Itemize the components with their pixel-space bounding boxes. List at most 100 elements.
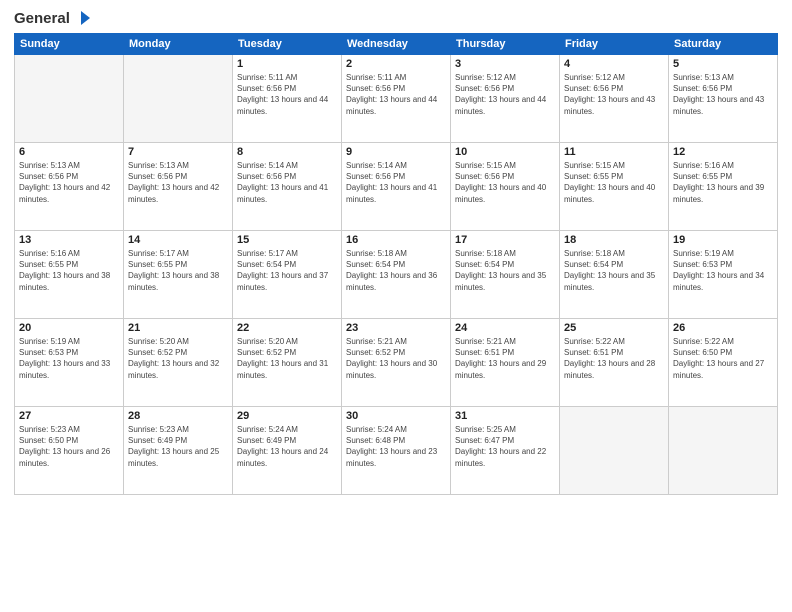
calendar-day-cell: 24 Sunrise: 5:21 AMSunset: 6:51 PMDayligh… (451, 319, 560, 407)
logo-general: General (14, 10, 70, 27)
day-number: 15 (237, 234, 337, 246)
day-info: Sunrise: 5:15 AMSunset: 6:56 PMDaylight:… (455, 160, 555, 205)
day-number: 14 (128, 234, 228, 246)
day-info: Sunrise: 5:12 AMSunset: 6:56 PMDaylight:… (564, 72, 664, 117)
day-number: 21 (128, 322, 228, 334)
calendar-day-cell: 11Sunrise: 5:15 AMSunset: 6:55 PMDayligh… (560, 143, 669, 231)
calendar-day-cell: 14 Sunrise: 5:17 AMSunset: 6:55 PMDayligh… (124, 231, 233, 319)
day-number: 12 (673, 146, 773, 158)
day-number: 4 (564, 58, 664, 70)
calendar-day-cell: 1 Sunrise: 5:11 AMSunset: 6:56 PMDaylight… (233, 55, 342, 143)
day-number: 13 (19, 234, 119, 246)
day-info: Sunrise: 5:13 AMSunset: 6:56 PMDaylight:… (19, 160, 119, 205)
day-info: Sunrise: 5:21 AMSunset: 6:51 PMDaylight:… (455, 336, 555, 381)
calendar-day-cell: 13 Sunrise: 5:16 AMSunset: 6:55 PMDayligh… (15, 231, 124, 319)
day-number: 25 (564, 322, 664, 334)
calendar-day-cell: 8Sunrise: 5:14 AMSunset: 6:56 PMDaylight… (233, 143, 342, 231)
day-number: 24 (455, 322, 555, 334)
calendar-day-cell: 31Sunrise: 5:25 AMSunset: 6:47 PMDayligh… (451, 407, 560, 495)
day-info: Sunrise: 5:12 AMSunset: 6:56 PMDaylight:… (455, 72, 555, 117)
calendar-day-cell: 5Sunrise: 5:13 AMSunset: 6:56 PMDaylight… (669, 55, 778, 143)
header: General (14, 10, 778, 25)
calendar-day-cell: 10 Sunrise: 5:15 AMSunset: 6:56 PMDayligh… (451, 143, 560, 231)
day-info: Sunrise: 5:17 AMSunset: 6:55 PMDaylight:… (128, 248, 228, 293)
calendar-week-row: 13 Sunrise: 5:16 AMSunset: 6:55 PMDayligh… (15, 231, 778, 319)
day-number: 18 (564, 234, 664, 246)
weekday-header: Sunday (15, 34, 124, 55)
calendar-day-cell: 16 Sunrise: 5:18 AMSunset: 6:54 PMDayligh… (342, 231, 451, 319)
day-number: 19 (673, 234, 773, 246)
day-number: 11 (564, 146, 664, 158)
day-number: 17 (455, 234, 555, 246)
day-info: Sunrise: 5:22 AMSunset: 6:50 PMDaylight:… (673, 336, 773, 381)
calendar-day-cell (124, 55, 233, 143)
logo: General (14, 10, 90, 25)
calendar-day-cell: 28 Sunrise: 5:23 AMSunset: 6:49 PMDayligh… (124, 407, 233, 495)
day-number: 10 (455, 146, 555, 158)
calendar-day-cell: 4 Sunrise: 5:12 AMSunset: 6:56 PMDaylight… (560, 55, 669, 143)
day-info: Sunrise: 5:20 AMSunset: 6:52 PMDaylight:… (237, 336, 337, 381)
weekday-header: Saturday (669, 34, 778, 55)
calendar-day-cell: 15 Sunrise: 5:17 AMSunset: 6:54 PMDayligh… (233, 231, 342, 319)
weekday-header: Tuesday (233, 34, 342, 55)
calendar-day-cell: 3 Sunrise: 5:12 AMSunset: 6:56 PMDaylight… (451, 55, 560, 143)
day-info: Sunrise: 5:23 AMSunset: 6:50 PMDaylight:… (19, 424, 119, 469)
day-number: 30 (346, 410, 446, 422)
calendar-day-cell (15, 55, 124, 143)
calendar-week-row: 20 Sunrise: 5:19 AMSunset: 6:53 PMDayligh… (15, 319, 778, 407)
day-info: Sunrise: 5:17 AMSunset: 6:54 PMDaylight:… (237, 248, 337, 293)
calendar-day-cell: 27 Sunrise: 5:23 AMSunset: 6:50 PMDayligh… (15, 407, 124, 495)
calendar-week-row: 27 Sunrise: 5:23 AMSunset: 6:50 PMDayligh… (15, 407, 778, 495)
calendar-day-cell: 6 Sunrise: 5:13 AMSunset: 6:56 PMDaylight… (15, 143, 124, 231)
day-info: Sunrise: 5:19 AMSunset: 6:53 PMDaylight:… (673, 248, 773, 293)
calendar-day-cell: 19 Sunrise: 5:19 AMSunset: 6:53 PMDayligh… (669, 231, 778, 319)
logo-flag-icon (72, 9, 90, 27)
day-info: Sunrise: 5:23 AMSunset: 6:49 PMDaylight:… (128, 424, 228, 469)
day-info: Sunrise: 5:24 AMSunset: 6:48 PMDaylight:… (346, 424, 446, 469)
calendar-day-cell: 20 Sunrise: 5:19 AMSunset: 6:53 PMDayligh… (15, 319, 124, 407)
day-info: Sunrise: 5:11 AMSunset: 6:56 PMDaylight:… (237, 72, 337, 117)
day-number: 29 (237, 410, 337, 422)
calendar-day-cell (669, 407, 778, 495)
day-info: Sunrise: 5:18 AMSunset: 6:54 PMDaylight:… (346, 248, 446, 293)
calendar-table: SundayMondayTuesdayWednesdayThursdayFrid… (14, 33, 778, 495)
calendar-day-cell: 17 Sunrise: 5:18 AMSunset: 6:54 PMDayligh… (451, 231, 560, 319)
day-number: 16 (346, 234, 446, 246)
calendar-week-row: 6 Sunrise: 5:13 AMSunset: 6:56 PMDaylight… (15, 143, 778, 231)
day-number: 9 (346, 146, 446, 158)
day-info: Sunrise: 5:16 AMSunset: 6:55 PMDaylight:… (673, 160, 773, 205)
day-info: Sunrise: 5:13 AMSunset: 6:56 PMDaylight:… (128, 160, 228, 205)
calendar-day-cell: 21 Sunrise: 5:20 AMSunset: 6:52 PMDayligh… (124, 319, 233, 407)
day-number: 20 (19, 322, 119, 334)
day-info: Sunrise: 5:22 AMSunset: 6:51 PMDaylight:… (564, 336, 664, 381)
day-number: 26 (673, 322, 773, 334)
day-number: 6 (19, 146, 119, 158)
day-info: Sunrise: 5:24 AMSunset: 6:49 PMDaylight:… (237, 424, 337, 469)
day-info: Sunrise: 5:14 AMSunset: 6:56 PMDaylight:… (237, 160, 337, 205)
calendar-day-cell: 23Sunrise: 5:21 AMSunset: 6:52 PMDayligh… (342, 319, 451, 407)
calendar-day-cell: 29 Sunrise: 5:24 AMSunset: 6:49 PMDayligh… (233, 407, 342, 495)
calendar-day-cell: 7 Sunrise: 5:13 AMSunset: 6:56 PMDaylight… (124, 143, 233, 231)
day-info: Sunrise: 5:16 AMSunset: 6:55 PMDaylight:… (19, 248, 119, 293)
day-number: 3 (455, 58, 555, 70)
day-number: 2 (346, 58, 446, 70)
day-info: Sunrise: 5:19 AMSunset: 6:53 PMDaylight:… (19, 336, 119, 381)
day-number: 31 (455, 410, 555, 422)
weekday-header: Friday (560, 34, 669, 55)
calendar-day-cell: 22 Sunrise: 5:20 AMSunset: 6:52 PMDayligh… (233, 319, 342, 407)
day-info: Sunrise: 5:18 AMSunset: 6:54 PMDaylight:… (455, 248, 555, 293)
day-number: 23 (346, 322, 446, 334)
calendar-day-cell: 25 Sunrise: 5:22 AMSunset: 6:51 PMDayligh… (560, 319, 669, 407)
day-number: 28 (128, 410, 228, 422)
day-info: Sunrise: 5:20 AMSunset: 6:52 PMDaylight:… (128, 336, 228, 381)
day-number: 27 (19, 410, 119, 422)
calendar-day-cell: 2 Sunrise: 5:11 AMSunset: 6:56 PMDaylight… (342, 55, 451, 143)
day-number: 7 (128, 146, 228, 158)
day-info: Sunrise: 5:18 AMSunset: 6:54 PMDaylight:… (564, 248, 664, 293)
calendar-day-cell: 26 Sunrise: 5:22 AMSunset: 6:50 PMDayligh… (669, 319, 778, 407)
page-container: General SundayMondayTuesdayWednesdayThur… (0, 0, 792, 612)
day-number: 22 (237, 322, 337, 334)
calendar-day-cell: 30 Sunrise: 5:24 AMSunset: 6:48 PMDayligh… (342, 407, 451, 495)
day-number: 1 (237, 58, 337, 70)
day-info: Sunrise: 5:11 AMSunset: 6:56 PMDaylight:… (346, 72, 446, 117)
